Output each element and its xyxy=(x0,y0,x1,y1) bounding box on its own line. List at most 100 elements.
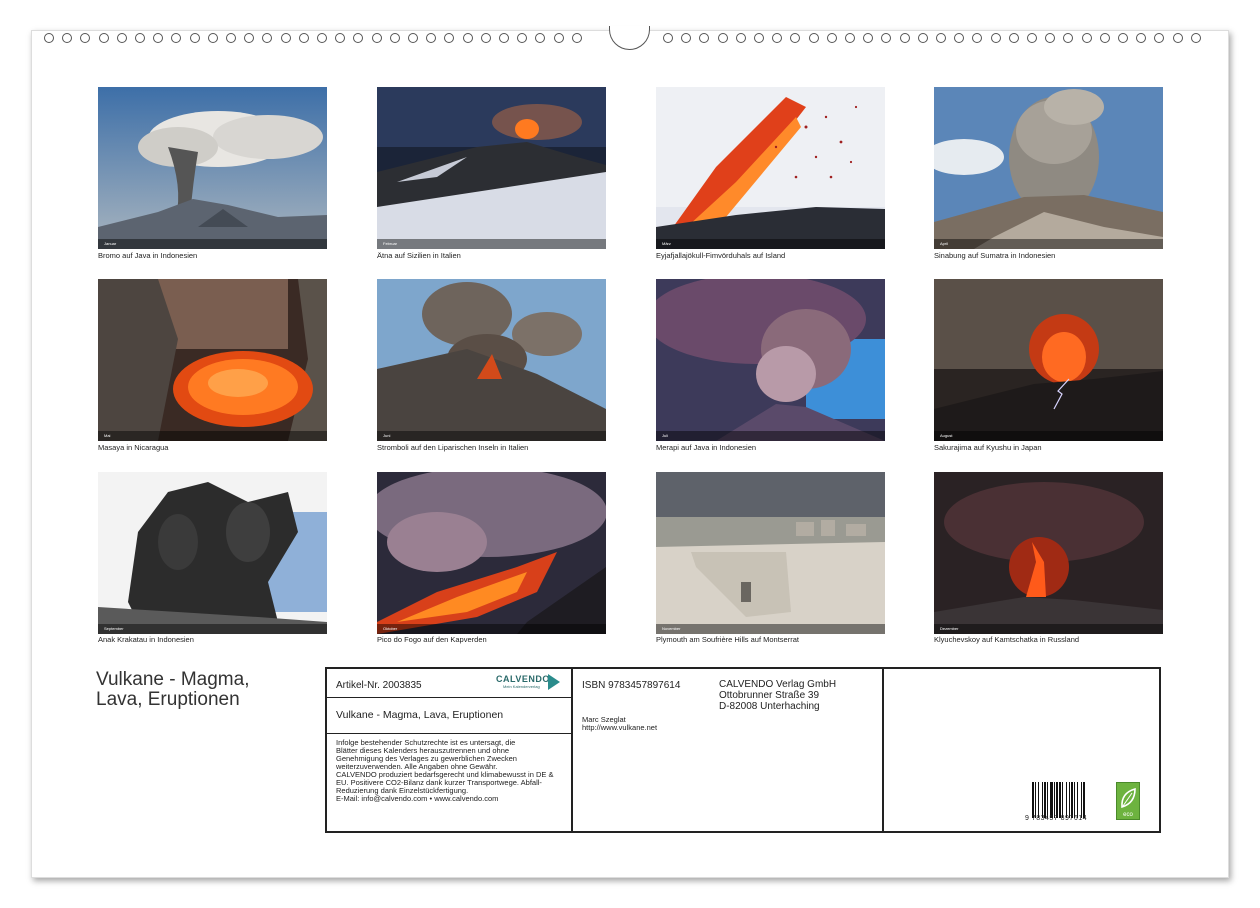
barcode-bar xyxy=(1035,782,1036,818)
binding-ring xyxy=(1118,33,1128,43)
binding-ring xyxy=(171,33,182,43)
month-label: August xyxy=(940,433,953,438)
caption-eyjafjallajokull: Eyjafjallajökull-Fimvörduhals auf Island xyxy=(656,251,786,260)
binding-ring xyxy=(207,33,218,43)
legal-text: Infolge bestehender Schutzrechte ist es … xyxy=(336,739,553,803)
binding-ring xyxy=(699,33,710,43)
binding-ring xyxy=(772,33,783,43)
binding-ring xyxy=(1099,33,1110,43)
publisher-line: Ottobrunner Straße 39 xyxy=(719,690,820,701)
binding-ring xyxy=(735,33,746,43)
binding-ring xyxy=(44,33,54,43)
binding-ring xyxy=(1154,33,1165,43)
barcode-bar xyxy=(1042,782,1043,818)
photo-klyuchevskoy: Dezember xyxy=(934,472,1163,634)
binding-ring xyxy=(663,33,673,43)
binding-ring xyxy=(353,33,364,43)
binding-ring xyxy=(444,33,455,43)
binding-ring xyxy=(845,33,855,43)
title-line-1: Vulkane - Magma, xyxy=(96,669,250,690)
binding-ring xyxy=(135,33,145,43)
binding-ring xyxy=(1008,33,1019,43)
leaf-icon xyxy=(1121,787,1136,809)
binding-ring xyxy=(153,33,164,43)
binding-ring xyxy=(717,33,728,43)
month-label: Oktober xyxy=(383,626,398,631)
publisher-line: D-82008 Unterhaching xyxy=(719,701,820,712)
month-stripe: März xyxy=(656,239,885,249)
caption-masaya: Masaya in Nicaragua xyxy=(98,443,169,452)
barcode xyxy=(1032,782,1085,818)
photo-bromo: Januar xyxy=(98,87,327,249)
month-label: Dezember xyxy=(940,626,959,631)
title-line-2: Lava, Eruptionen xyxy=(96,689,240,710)
binding-ring xyxy=(280,33,291,43)
binding-ring xyxy=(754,33,764,43)
caption-aetna: Ätna auf Sizilien in Italien xyxy=(377,251,461,260)
barcode-bar xyxy=(1047,782,1048,818)
caption-anak-krakatau: Anak Krakatau in Indonesien xyxy=(98,635,194,644)
eco-badge: eco xyxy=(1116,782,1140,820)
caption-sinabung: Sinabung auf Sumatra in Indonesien xyxy=(934,251,1056,260)
photo-eyjafjallajokull-image xyxy=(656,87,885,249)
photo-sakurajima: August xyxy=(934,279,1163,441)
binding-ring xyxy=(1172,33,1183,43)
month-stripe: Juni xyxy=(377,431,606,441)
caption-plymouth: Plymouth am Soufrière Hills auf Montserr… xyxy=(656,635,799,644)
month-stripe: Dezember xyxy=(934,624,1163,634)
barcode-number: 9 783457 897614 xyxy=(1025,815,1087,822)
binding-ring xyxy=(371,33,382,43)
calvendo-tagline: Mein Kalenderverlag xyxy=(503,684,540,689)
barcode-bar xyxy=(1077,782,1078,818)
divider xyxy=(325,733,572,734)
binding-ring xyxy=(116,33,127,43)
barcode-bar xyxy=(1083,782,1085,818)
barcode-bar xyxy=(1081,782,1082,818)
calendar-title: Vulkane - Magma, Lava, Eruptionen xyxy=(96,670,249,710)
barcode-bar xyxy=(1074,782,1075,818)
binding-ring xyxy=(226,33,236,43)
binding-ring xyxy=(571,33,582,43)
month-label: Mai xyxy=(104,433,111,438)
month-stripe: Oktober xyxy=(377,624,606,634)
month-stripe: Februar xyxy=(377,239,606,249)
caption-bromo: Bromo auf Java in Indonesien xyxy=(98,251,198,260)
binding-ring xyxy=(298,33,309,43)
product-title: Vulkane - Magma, Lava, Eruptionen xyxy=(336,709,504,721)
caption-sakurajima: Sakurajima auf Kyushu in Japan xyxy=(934,443,1042,452)
photo-eyjafjallajokull: März xyxy=(656,87,885,249)
author-url[interactable]: http://www.vulkane.net xyxy=(582,724,657,732)
binding-ring xyxy=(335,33,346,43)
caption-pico-do-fogo: Pico do Fogo auf den Kapverden xyxy=(377,635,487,644)
binding-ring xyxy=(462,33,473,43)
photo-pico-do-fogo-image xyxy=(377,472,606,634)
barcode-bar xyxy=(1071,782,1073,818)
month-stripe: November xyxy=(656,624,885,634)
binding-ring xyxy=(681,33,692,43)
binding-ring xyxy=(189,33,200,43)
binding-ring xyxy=(80,33,91,43)
binding-ring xyxy=(936,33,946,43)
photo-klyuchevskoy-image xyxy=(934,472,1163,634)
photo-anak-krakatau: September xyxy=(98,472,327,634)
month-stripe: Januar xyxy=(98,239,327,249)
barcode-bar xyxy=(1062,782,1063,818)
month-label: März xyxy=(662,241,671,246)
divider xyxy=(571,667,573,833)
binding-ring xyxy=(1045,33,1056,43)
binding-ring xyxy=(1063,33,1074,43)
photo-stromboli: Juni xyxy=(377,279,606,441)
binding-ring xyxy=(881,33,892,43)
binding-ring xyxy=(808,33,819,43)
month-stripe: Mai xyxy=(98,431,327,441)
binding-ring xyxy=(1190,33,1201,43)
binding-ring xyxy=(899,33,910,43)
legal-line: E-Mail: info@calvendo.com • www.calvendo… xyxy=(336,794,499,803)
binding-ring xyxy=(863,33,874,43)
binding-ring xyxy=(790,33,801,43)
month-label: Februar xyxy=(383,241,398,246)
barcode-bar xyxy=(1044,782,1046,818)
month-label: September xyxy=(104,626,124,631)
photo-plymouth: November xyxy=(656,472,885,634)
divider xyxy=(882,667,884,833)
